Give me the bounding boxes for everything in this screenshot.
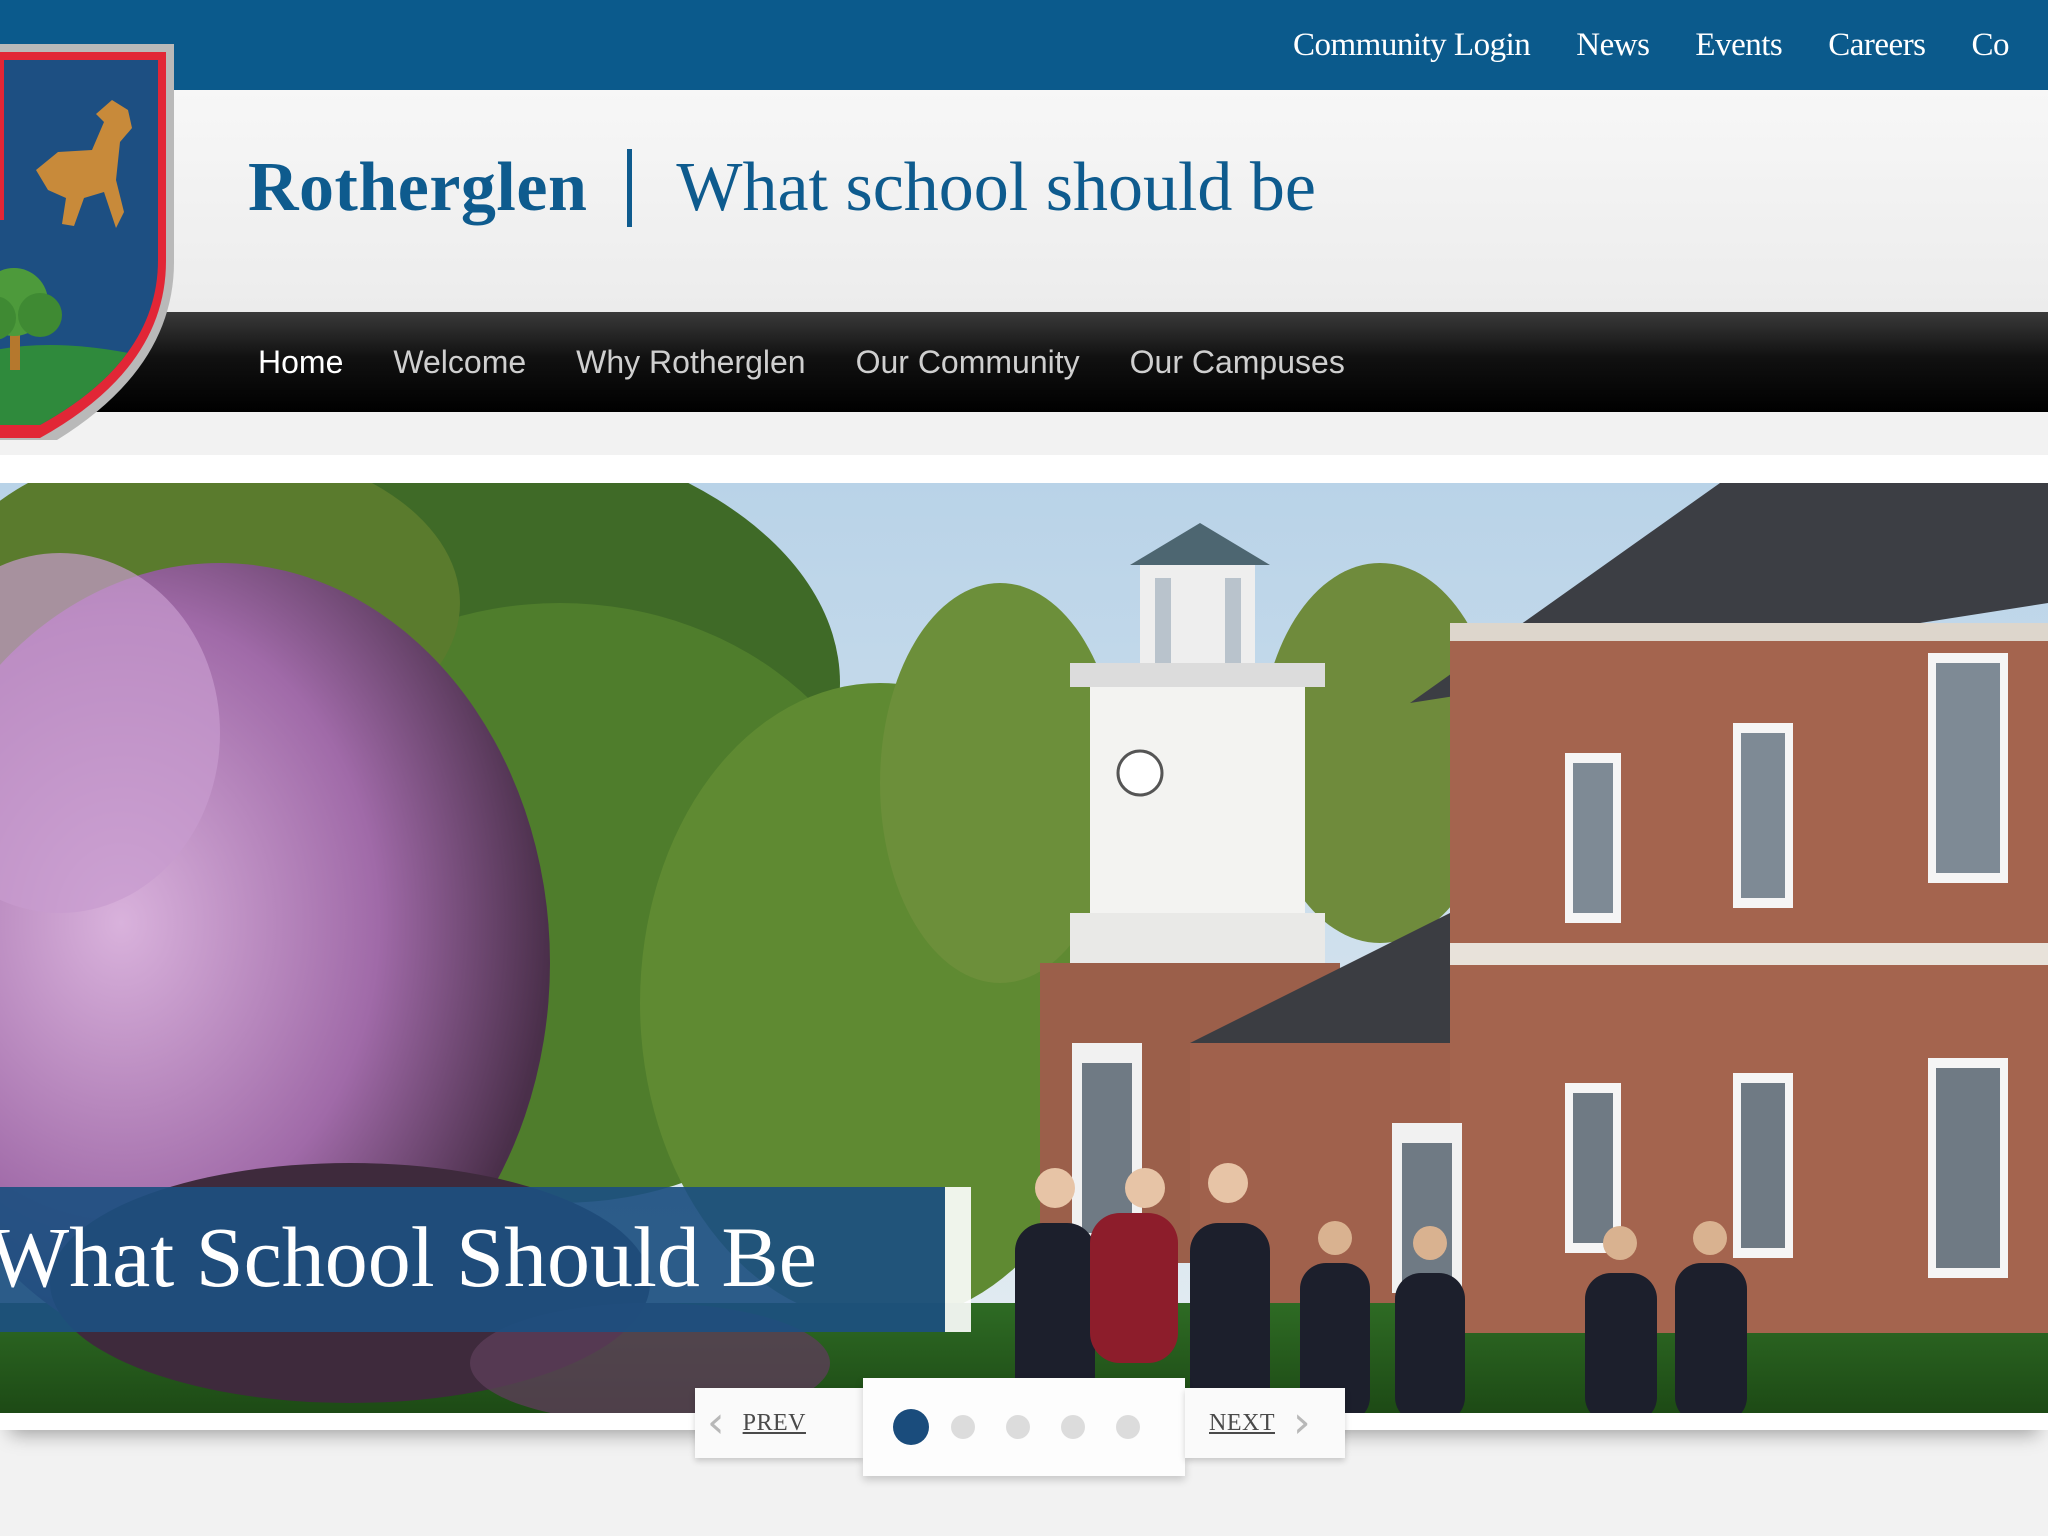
slide-dot-3[interactable] xyxy=(1006,1415,1030,1439)
slide-dot-2[interactable] xyxy=(951,1415,975,1439)
school-crest-logo[interactable] xyxy=(0,30,190,440)
nav-item-home[interactable]: Home xyxy=(258,344,343,381)
nav-item-our-community[interactable]: Our Community xyxy=(856,344,1080,381)
slider-next-button[interactable]: NEXT › xyxy=(1185,1388,1345,1458)
slider-prev-button[interactable]: ‹ PREV xyxy=(695,1388,863,1458)
chevron-right-icon: › xyxy=(1292,1397,1311,1448)
main-nav-bar: Home Welcome Why Rotherglen Our Communit… xyxy=(0,312,2048,412)
slider-next-label: NEXT xyxy=(1209,1409,1275,1436)
utility-link-news[interactable]: News xyxy=(1576,27,1650,64)
hero-caption-banner: What School Should Be xyxy=(0,1187,945,1332)
school-name: Rotherglen xyxy=(248,149,588,226)
utility-link-community-login[interactable]: Community Login xyxy=(1293,27,1531,64)
brand-divider xyxy=(627,149,633,227)
brand-lockup[interactable]: Rotherglen What school should be xyxy=(248,148,1316,228)
hero-caption-edge xyxy=(945,1187,971,1332)
school-tagline: What school should be xyxy=(676,149,1316,226)
slider-pagination xyxy=(863,1378,1185,1476)
utility-nav: Community Login News Events Careers Co xyxy=(1293,0,2010,90)
slide-dot-1[interactable] xyxy=(893,1409,929,1445)
chevron-left-icon: ‹ xyxy=(707,1397,725,1448)
utility-link-contact[interactable]: Co xyxy=(1972,27,2010,64)
nav-item-welcome[interactable]: Welcome xyxy=(393,344,526,381)
main-nav: Home Welcome Why Rotherglen Our Communit… xyxy=(258,312,1345,412)
slider-prev-label: PREV xyxy=(742,1409,806,1436)
nav-item-why-rotherglen[interactable]: Why Rotherglen xyxy=(576,344,805,381)
hero-caption-text: What School Should Be xyxy=(0,1209,817,1305)
slide-dot-5[interactable] xyxy=(1116,1415,1140,1439)
utility-link-careers[interactable]: Careers xyxy=(1828,27,1926,64)
utility-link-events[interactable]: Events xyxy=(1695,27,1782,64)
utility-bar: Community Login News Events Careers Co xyxy=(0,0,2048,90)
slide-dot-4[interactable] xyxy=(1061,1415,1085,1439)
nav-item-our-campuses[interactable]: Our Campuses xyxy=(1130,344,1345,381)
